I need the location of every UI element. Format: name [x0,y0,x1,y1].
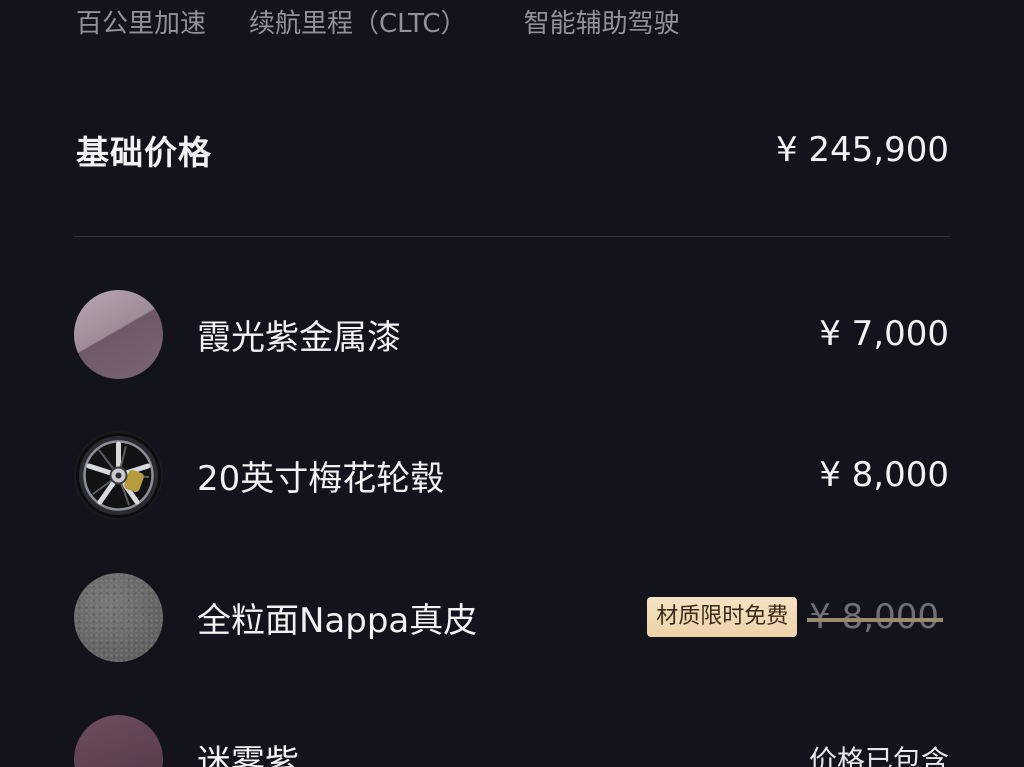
free-promo-badge: 材质限时免费 [647,597,798,637]
option-name: 迷雾紫 [197,742,299,767]
option-price: ¥ 7,000 [819,314,949,354]
divider [74,236,950,237]
option-row-wheel[interactable]: 20英寸梅花轮毂 ¥ 8,000 [74,430,949,520]
configurator-price-panel: 百公里加速 续航里程（CLTC） 智能辅助驾驶 基础价格 ¥ 245,900 霞… [0,0,1024,767]
spec-summary-row: 百公里加速 续航里程（CLTC） 智能辅助驾驶 [76,6,680,42]
wheel-icon [74,431,163,519]
spec-acceleration: 百公里加速 [76,9,207,39]
option-price: ¥ 8,000 [819,455,949,495]
option-name: 全粒面Nappa真皮 [197,600,478,641]
option-name: 霞光紫金属漆 [197,317,401,358]
option-price-struck: ¥ 8,000 [807,597,943,637]
price-included-note: 价格已包含 [808,744,949,767]
option-row-interior-color[interactable]: 迷雾紫 价格已包含 [74,714,949,767]
option-row-leather[interactable]: 全粒面Nappa真皮 材质限时免费 ¥ 8,000 [74,572,949,662]
spec-assisted-driving: 智能辅助驾驶 [523,9,680,39]
base-price-row: 基础价格 ¥ 245,900 [76,126,949,174]
base-price-label: 基础价格 [76,133,212,172]
wheel-swatch [74,430,163,520]
leather-swatch [74,572,163,662]
option-row-paint[interactable]: 霞光紫金属漆 ¥ 7,000 [74,289,949,379]
spec-range-cltc: 续航里程（CLTC） [249,9,467,39]
paint-swatch [74,289,163,379]
interior-color-swatch [74,714,163,767]
base-price-value: ¥ 245,900 [775,130,949,170]
option-name: 20英寸梅花轮毂 [197,458,445,499]
